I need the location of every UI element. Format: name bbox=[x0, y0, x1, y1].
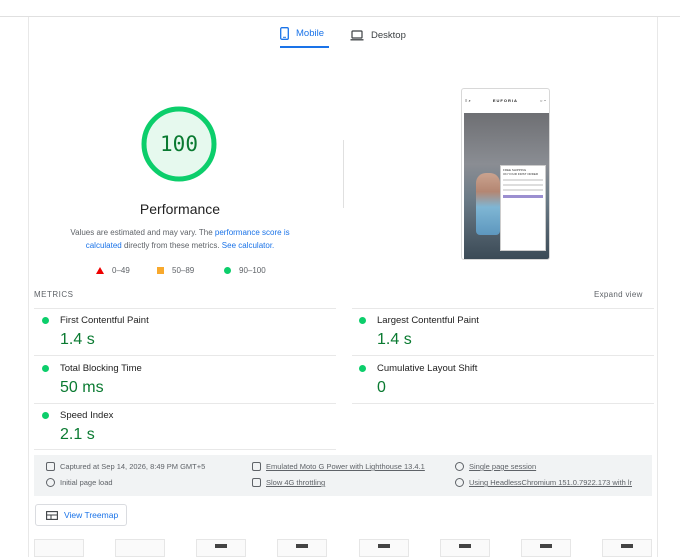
initial-load: Initial page load bbox=[46, 478, 113, 487]
device-tabs: Mobile Desktop bbox=[0, 22, 680, 48]
metric-value: 1.4 s bbox=[60, 331, 95, 348]
score-note-text: Values are estimated and may vary. The bbox=[70, 228, 215, 237]
captured-at: Captured at Sep 14, 2026, 8:49 PM GMT+5 bbox=[46, 462, 205, 471]
metric-name: Cumulative Layout Shift bbox=[377, 363, 478, 374]
metric-name: Total Blocking Time bbox=[60, 363, 142, 374]
calendar-icon bbox=[46, 462, 55, 471]
pass-dot-icon bbox=[42, 317, 49, 324]
filmstrip-frame bbox=[602, 539, 652, 557]
top-bar bbox=[0, 0, 680, 17]
tab-mobile[interactable]: Mobile bbox=[280, 22, 329, 48]
divider bbox=[352, 308, 654, 309]
score-note: Values are estimated and may vary. The p… bbox=[58, 226, 302, 252]
legend-pass: 90–100 bbox=[224, 264, 266, 276]
browser-version[interactable]: Using HeadlessChromium 151.0.7922.173 wi… bbox=[455, 478, 632, 487]
network-throttling[interactable]: Slow 4G throttling bbox=[252, 478, 325, 487]
account-icon: ○ ◔ bbox=[540, 97, 546, 103]
filmstrip-frame bbox=[34, 539, 84, 557]
smartphone-icon bbox=[280, 26, 289, 40]
timer-icon bbox=[46, 478, 55, 487]
filmstrip-frame bbox=[115, 539, 165, 557]
legend-average: 50–89 bbox=[157, 264, 194, 276]
view-treemap-button[interactable]: View Treemap bbox=[35, 504, 127, 526]
tab-desktop[interactable]: Desktop bbox=[350, 22, 406, 48]
divider bbox=[34, 403, 336, 404]
filmstrip-frame bbox=[521, 539, 571, 557]
device-emulation[interactable]: Emulated Moto G Power with Lighthouse 13… bbox=[252, 462, 425, 471]
browser-version-text: Using HeadlessChromium 151.0.7922.173 wi… bbox=[469, 478, 633, 487]
filmstrip-frame bbox=[440, 539, 490, 557]
device-emulation-text: Emulated Moto G Power with Lighthouse 13… bbox=[266, 462, 425, 471]
tab-desktop-label: Desktop bbox=[371, 29, 406, 41]
divider bbox=[352, 403, 654, 404]
circle-icon bbox=[224, 266, 231, 274]
screenshot-brand: EUFORIA bbox=[492, 97, 518, 103]
divider bbox=[352, 355, 654, 356]
treemap-icon bbox=[46, 510, 58, 520]
pass-dot-icon bbox=[359, 365, 366, 372]
divider bbox=[34, 308, 336, 309]
screenshot-hero: FREE SHIPPING ON YOUR FIRST ORDER bbox=[464, 113, 549, 259]
pass-dot-icon bbox=[42, 365, 49, 372]
metric-name: Speed Index bbox=[60, 410, 114, 421]
network-throttling-text: Slow 4G throttling bbox=[266, 478, 326, 487]
popup-subtitle: ON YOUR FIRST ORDER bbox=[503, 172, 539, 176]
score-divider bbox=[343, 140, 344, 208]
divider bbox=[34, 355, 336, 356]
legend-fail: 0–49 bbox=[96, 264, 130, 276]
page-session[interactable]: Single page session bbox=[455, 462, 536, 471]
metric-value: 50 ms bbox=[60, 379, 104, 396]
filmstrip bbox=[34, 539, 654, 557]
filmstrip-frame bbox=[196, 539, 246, 557]
runtime-settings: Captured at Sep 14, 2026, 8:49 PM GMT+5 … bbox=[34, 455, 652, 496]
network-icon bbox=[252, 478, 261, 487]
metric-value: 1.4 s bbox=[377, 331, 412, 348]
metrics-header: METRICS bbox=[34, 290, 74, 299]
chrome-icon bbox=[455, 478, 464, 487]
model-figure bbox=[476, 173, 500, 235]
triangle-icon bbox=[96, 266, 104, 274]
divider bbox=[34, 449, 336, 450]
tab-mobile-label: Mobile bbox=[296, 27, 324, 39]
metric-value: 0 bbox=[377, 379, 386, 396]
device-icon bbox=[252, 462, 261, 471]
legend-average-range: 50–89 bbox=[172, 265, 195, 275]
performance-score: 100 bbox=[160, 132, 198, 156]
metric-name: Largest Contentful Paint bbox=[377, 315, 479, 326]
final-screenshot[interactable]: ≡ ⌕ EUFORIA ○ ◔ FREE SHIPPING ON YOUR FI… bbox=[461, 88, 550, 260]
legend-fail-range: 0–49 bbox=[112, 265, 130, 275]
page-session-text: Single page session bbox=[469, 462, 537, 471]
filmstrip-frame bbox=[359, 539, 409, 557]
legend-pass-range: 90–100 bbox=[239, 265, 266, 275]
expand-view-toggle[interactable]: Expand view bbox=[594, 290, 643, 299]
score-category-title: Performance bbox=[139, 201, 221, 217]
pass-dot-icon bbox=[359, 317, 366, 324]
captured-at-text: Captured at Sep 14, 2026, 8:49 PM GMT+5 bbox=[60, 462, 206, 471]
pass-dot-icon bbox=[42, 412, 49, 419]
screenshot-header: ≡ ⌕ EUFORIA ○ ◔ bbox=[462, 89, 549, 111]
menu-icon: ≡ ⌕ bbox=[465, 97, 471, 103]
person-icon bbox=[455, 462, 464, 471]
filmstrip-frame bbox=[277, 539, 327, 557]
metric-value: 2.1 s bbox=[60, 426, 95, 443]
square-icon bbox=[157, 266, 164, 274]
view-treemap-label: View Treemap bbox=[64, 510, 119, 520]
initial-load-text: Initial page load bbox=[60, 478, 113, 487]
score-note-text-2: directly from these metrics. bbox=[121, 241, 222, 250]
screenshot-popup: FREE SHIPPING ON YOUR FIRST ORDER bbox=[500, 165, 546, 251]
laptop-icon bbox=[350, 29, 364, 40]
metric-name: First Contentful Paint bbox=[60, 315, 149, 326]
see-calculator-link[interactable]: See calculator. bbox=[222, 241, 274, 250]
popup-button bbox=[503, 195, 543, 198]
